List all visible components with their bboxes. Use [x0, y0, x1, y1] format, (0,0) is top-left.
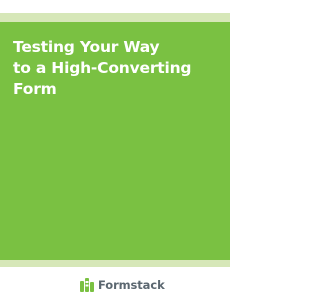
publisher-logo: Formstack	[80, 277, 165, 293]
cover-title-line: to a High-Converting	[13, 59, 192, 77]
cover-title-line: Testing Your Way	[13, 38, 160, 56]
formstack-logo-icon	[80, 278, 94, 292]
bottom-accent-band	[0, 260, 230, 267]
cover-title-line: Form	[13, 80, 57, 98]
publisher-name: Formstack	[98, 278, 165, 292]
cover-title: Testing Your Way to a High-Converting Fo…	[13, 37, 218, 100]
top-accent-band	[0, 13, 230, 22]
